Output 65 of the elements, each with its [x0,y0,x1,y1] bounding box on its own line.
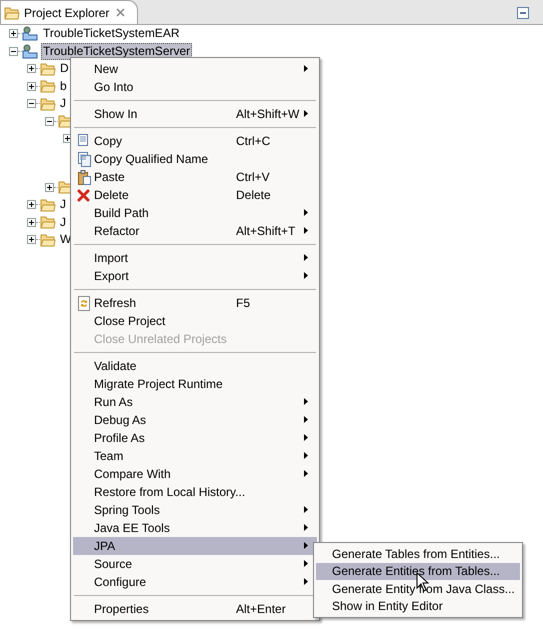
clipboard-icon [76,170,90,184]
close-icon[interactable] [116,8,126,17]
menu-item[interactable]: Restore from Local History... [73,483,317,501]
minimize-icon[interactable] [517,7,529,19]
tree-item[interactable]: b [58,78,69,95]
menu-item[interactable]: Profile As [73,429,317,447]
menu-item[interactable]: Import [73,249,317,267]
folder-icon [40,198,56,212]
view-tab[interactable]: Project Explorer [0,0,138,24]
tree-item[interactable]: J [58,214,68,231]
menu-item[interactable]: Show in Entity Editor [316,598,520,615]
folder-icon [40,96,56,111]
menu-item[interactable]: Copy Qualified Name [73,150,317,168]
expand-icon[interactable] [27,64,36,74]
folder-icon [40,79,56,94]
menu-item[interactable]: Copy Ctrl+C [73,132,317,150]
expand-icon[interactable] [27,82,36,91]
collapse-icon[interactable] [9,46,18,56]
copy-icon [76,134,90,148]
menu-item[interactable]: Java EE Tools [73,519,317,537]
tree-item[interactable]: TroubleTicketSystemServer [41,42,192,60]
menu-item[interactable]: Delete Delete [73,186,317,204]
folder-icon [4,6,20,20]
menu-item[interactable]: Export [73,267,317,285]
menu-item[interactable]: Migrate Project Runtime [73,375,317,393]
menu-item[interactable]: Go Into [73,78,317,96]
menu-item[interactable]: Refresh F5 [73,294,317,312]
refresh-icon [76,296,90,310]
collapse-icon[interactable] [27,99,36,108]
menu-item[interactable]: Paste Ctrl+V [73,168,317,186]
menu-item[interactable]: Debug As [73,411,317,429]
copy-icon [76,152,90,166]
delete-icon [77,188,90,202]
expand-icon[interactable] [27,218,36,227]
menu-item[interactable]: Show In Alt+Shift+W [73,105,317,123]
menu-item[interactable]: Configure [73,573,317,591]
menu-item[interactable]: Close Project [73,312,317,330]
menu-item[interactable]: Properties Alt+Enter [73,600,317,618]
expand-icon[interactable] [9,29,18,38]
folder-icon [40,62,56,76]
menu-item[interactable]: Generate Entities from Tables... [316,562,520,580]
folder-icon [40,232,56,247]
menu-item[interactable]: Refactor Alt+Shift+T [73,222,317,240]
menu-item[interactable]: New [73,60,317,78]
folder-icon [40,215,56,230]
menu-item[interactable]: Run As [73,393,317,411]
tree-item[interactable]: J [58,95,68,112]
tree-item[interactable]: J [58,196,68,214]
expand-icon[interactable] [27,200,36,210]
menu-item[interactable]: Build Path [73,204,317,222]
tree-item[interactable]: TroubleTicketSystemEAR [41,25,182,42]
view-title: Project Explorer [24,4,110,22]
menu-item[interactable]: Compare With [73,465,317,483]
menu-item[interactable]: Generate Tables from Entities... [316,545,520,562]
menu-item[interactable]: Team [73,447,317,465]
expand-icon[interactable] [27,235,36,244]
menu-item[interactable]: Validate [73,357,317,375]
collapse-icon[interactable] [45,116,54,126]
menu-item[interactable]: Source [73,555,317,573]
project-icon [22,26,39,42]
tree-item[interactable]: D [58,60,71,78]
menu-item[interactable]: JPA [73,537,317,555]
project-icon [22,44,39,59]
expand-icon[interactable] [45,182,54,192]
menu-item[interactable]: Spring Tools [73,501,317,519]
